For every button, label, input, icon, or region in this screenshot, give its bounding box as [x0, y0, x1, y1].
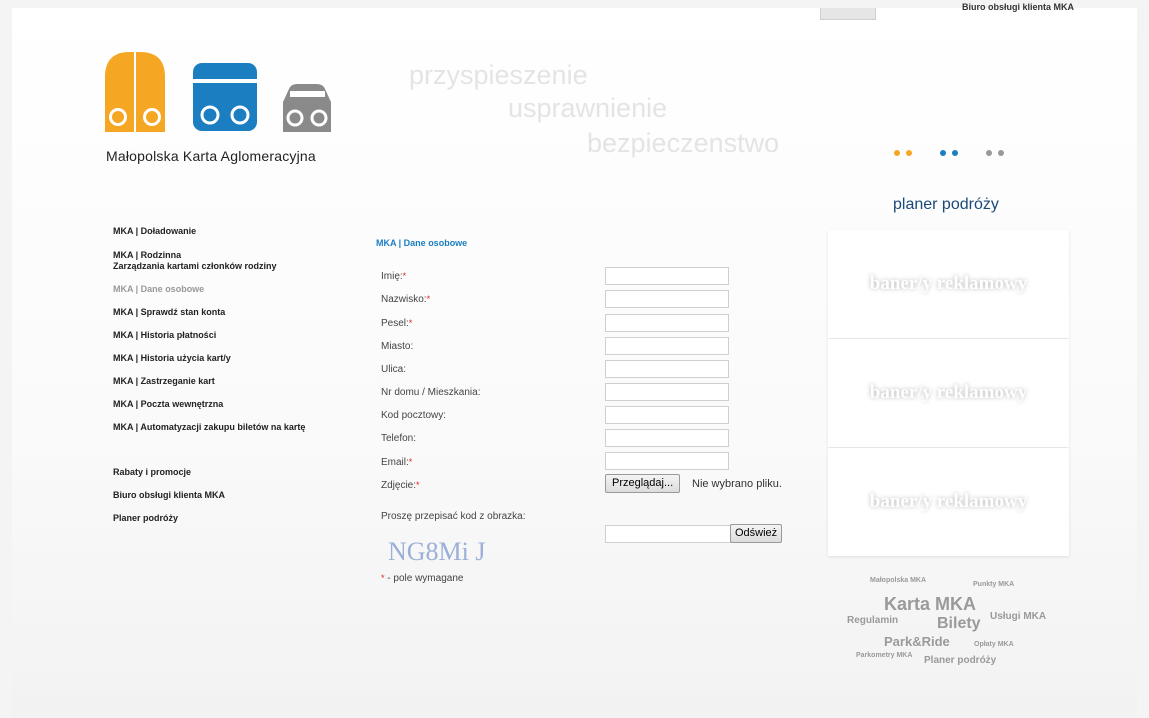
form-title: MKA | Dane osobowe	[376, 238, 468, 248]
dot[interactable]	[940, 150, 946, 156]
tag-link[interactable]: Park&Ride	[884, 634, 950, 649]
label-house-number: Nr domu / Mieszkania:	[381, 387, 481, 398]
captcha-label: Proszę przepisać kod z obrazka:	[381, 511, 526, 522]
slogan-1: przyspieszenie	[409, 60, 588, 90]
tag-link[interactable]: Bilety	[937, 615, 981, 633]
first-name-input[interactable]	[605, 267, 729, 285]
label-photo: Zdjęcie:*	[381, 480, 420, 491]
street-input[interactable]	[605, 360, 729, 378]
nav-item-recharge[interactable]: MKA | Doładowanie	[113, 226, 353, 237]
browse-file-button[interactable]: Przeglądaj...	[605, 474, 681, 493]
captcha-input[interactable]	[605, 525, 731, 543]
label-city: Miasto:	[381, 341, 414, 352]
tag-link[interactable]: Parkometry MKA	[856, 652, 912, 659]
dot[interactable]	[986, 150, 992, 156]
logo-car-icon	[283, 84, 331, 132]
logo-bus-icon	[193, 63, 257, 131]
dot[interactable]	[952, 150, 958, 156]
nav-item-discounts[interactable]: Rabaty i promocje	[113, 467, 353, 478]
label-phone: Telefon:	[381, 433, 417, 444]
email-input[interactable]	[605, 452, 729, 470]
ad-banner[interactable]: baner/y reklamowy	[828, 230, 1069, 338]
file-status: Nie wybrano pliku.	[692, 478, 782, 490]
required-mark: *	[416, 480, 420, 490]
slide-indicator	[894, 150, 1004, 156]
nav-item-card-usage-history[interactable]: MKA | Historia użycia kart/y	[113, 353, 353, 364]
required-mark: *	[402, 271, 407, 281]
tag-link[interactable]: Małopolska MKA	[870, 577, 926, 584]
last-name-input[interactable]	[605, 290, 729, 308]
dot[interactable]	[906, 150, 912, 156]
phone-input[interactable]	[605, 429, 729, 447]
pesel-input[interactable]	[605, 314, 729, 332]
tag-link[interactable]: Usługi MKA	[990, 611, 1046, 622]
nav-item-journey-planner[interactable]: Planer podróży	[113, 513, 353, 524]
ad-banner[interactable]: baner/y reklamowy	[828, 448, 1069, 556]
label-pesel: Pesel:*	[381, 318, 413, 329]
city-input[interactable]	[605, 337, 729, 355]
captcha-image: NG8Mi J	[388, 537, 486, 566]
nav-item-account-balance[interactable]: MKA | Sprawdź stan konta	[113, 307, 353, 318]
tag-link[interactable]: Karta MKA	[884, 594, 976, 615]
nav-item-internal-mail[interactable]: MKA | Poczta wewnętrzna	[113, 399, 353, 410]
nav-item-family-cards[interactable]: Zarządzania kartami członków rodziny	[113, 261, 353, 272]
label-first-name: Imię:*	[381, 271, 407, 282]
ad-banner[interactable]: baner/y reklamowy	[828, 339, 1069, 447]
required-mark: *	[426, 294, 431, 304]
label-email: Email:*	[381, 457, 413, 468]
nav-item-personal-data[interactable]: MKA | Dane osobowe	[113, 284, 353, 295]
tag-link[interactable]: Punkty MKA	[973, 581, 1014, 588]
label-last-name: Nazwisko:*	[381, 294, 431, 305]
label-street: Ulica:	[381, 364, 407, 375]
required-note: * - pole wymagane	[381, 573, 464, 584]
dot[interactable]	[894, 150, 900, 156]
logo-caption: Małopolska Karta Aglomeracyjna	[106, 148, 316, 164]
tag-link[interactable]: Planer podróży	[924, 655, 996, 666]
postal-code-input[interactable]	[605, 406, 729, 424]
tag-link[interactable]: Regulamin	[847, 615, 898, 626]
logo-tram-icon	[105, 52, 165, 132]
label-postal-code: Kod pocztowy:	[381, 410, 447, 421]
captcha-text: NG8Mi J	[388, 537, 486, 566]
required-mark: *	[408, 457, 413, 467]
planner-title[interactable]: planer podróży	[893, 196, 999, 214]
nav-item-family[interactable]: MKA | Rodzinna	[113, 250, 353, 261]
top-customer-service-link[interactable]: Biuro obsługi klienta MKA	[962, 2, 1074, 12]
nav-item-ticket-automation[interactable]: MKA | Automatyzacji zakupu biletów na ka…	[113, 422, 353, 433]
top-tab	[820, 8, 876, 20]
slogan-2: usprawnienie	[508, 93, 668, 123]
nav-item-customer-service[interactable]: Biuro obsługi klienta MKA	[113, 490, 353, 501]
nav-item-block-cards[interactable]: MKA | Zastrzeganie kart	[113, 376, 353, 387]
nav-item-payment-history[interactable]: MKA | Historia płatności	[113, 330, 353, 341]
required-mark: *	[408, 318, 413, 328]
slogan-3: bezpieczenstwo	[587, 128, 780, 158]
tag-link[interactable]: Opłaty MKA	[974, 641, 1014, 648]
sidebar-nav: MKA | Doładowanie MKA | Rodzinna Zarządz…	[113, 226, 353, 524]
dot[interactable]	[998, 150, 1004, 156]
house-number-input[interactable]	[605, 383, 729, 401]
refresh-captcha-button[interactable]: Odśwież	[730, 524, 783, 543]
